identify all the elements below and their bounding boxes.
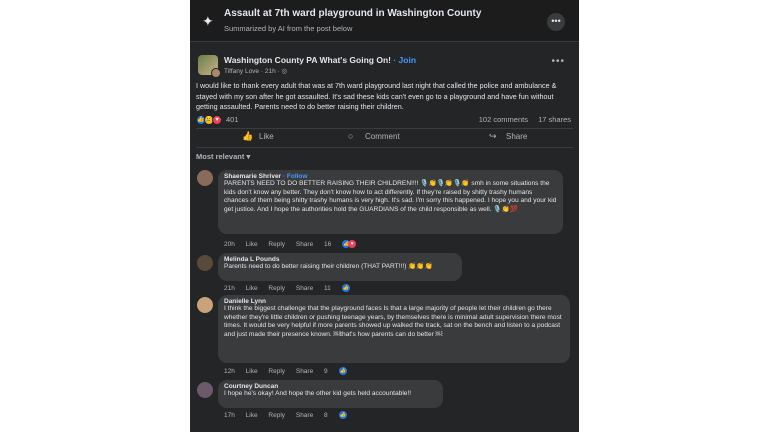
comment-bubble: Melinda L Pounds Parents need to do bett… <box>218 253 462 281</box>
comment-text: Parents need to do better raising their … <box>224 263 433 270</box>
comment-label: Comment <box>365 132 400 141</box>
post-stats: 102 comments 17 shares <box>471 115 571 124</box>
summary-header: ✦ Assault at 7th ward playground in Wash… <box>190 0 579 42</box>
comment-share-button[interactable]: Share <box>296 241 313 248</box>
commenter-name-link[interactable]: Courtney Duncan <box>224 383 278 390</box>
comment-icon: ○ <box>348 131 354 141</box>
commenter-name-link[interactable]: Melinda L Pounds <box>224 256 280 263</box>
join-button[interactable]: · Join <box>393 55 416 65</box>
group-avatar[interactable] <box>198 55 221 78</box>
comment-reaction-count[interactable]: 16 <box>324 241 331 248</box>
commenter-avatar[interactable] <box>197 382 213 398</box>
shares-count[interactable]: 17 shares <box>538 115 571 124</box>
comment-reaction-count[interactable]: 8 <box>324 412 328 419</box>
author-name-link[interactable]: Tiffany Love <box>224 68 259 75</box>
comment-text: I think the biggest challenge that the p… <box>224 305 562 339</box>
divider <box>196 147 573 148</box>
summary-subtitle: Summarized by AI from the post below <box>224 24 353 33</box>
comment-share-button[interactable]: Share <box>296 368 313 375</box>
commenter-name-link[interactable]: Shaemarie Shriver <box>224 173 281 180</box>
comment-like-button[interactable]: Like <box>246 285 258 292</box>
comment-actions: 20h Like Reply Share 16 👍♥ <box>224 240 357 248</box>
globe-icon: ◎ <box>281 68 288 75</box>
comment-like-button[interactable]: Like <box>246 241 258 248</box>
comment-time[interactable]: 20h <box>224 241 235 248</box>
like-reaction-icon: 👍 <box>338 411 347 419</box>
comment-like-button[interactable]: Like <box>246 412 258 419</box>
commenter-name: Melinda L Pounds <box>224 256 456 263</box>
comment-button[interactable]: ○ Comment <box>348 131 400 147</box>
share-button[interactable]: ↪ Share <box>489 131 527 147</box>
commenter-name: Courtney Duncan <box>224 383 437 390</box>
post-body: I would like to thank every adult that w… <box>196 81 557 111</box>
post-time[interactable]: · 21h · <box>261 68 280 75</box>
sparkle-icon: ✦ <box>202 13 214 29</box>
comment-like-button[interactable]: Like <box>246 368 258 375</box>
group-name-link[interactable]: Washington County PA What's Going On! <box>224 55 391 65</box>
like-reaction-icon: 👍 <box>341 284 350 292</box>
group-line: Washington County PA What's Going On! · … <box>224 55 416 65</box>
comment-share-button[interactable]: Share <box>296 285 313 292</box>
like-icon: 👍 <box>242 131 254 141</box>
comment-actions: 12h Like Reply Share 9 👍 <box>224 367 347 375</box>
comment-reply-button[interactable]: Reply <box>268 241 285 248</box>
commenter-name-link[interactable]: Danielle Lynn <box>224 298 266 305</box>
comment-reply-button[interactable]: Reply <box>268 285 285 292</box>
comment-share-button[interactable]: Share <box>296 412 313 419</box>
divider <box>196 128 573 129</box>
sort-dropdown[interactable]: Most relevant ▾ <box>196 152 250 161</box>
comment-bubble: Danielle Lynn I think the biggest challe… <box>218 295 570 363</box>
commenter-avatar[interactable] <box>197 297 213 313</box>
post-more-icon[interactable]: ••• <box>551 56 565 67</box>
comment-reaction-count[interactable]: 11 <box>324 285 331 292</box>
commenter-name: Shaemarie Shriver · Follow <box>224 173 557 180</box>
like-button[interactable]: 👍 Like <box>242 131 274 147</box>
comment-reply-button[interactable]: Reply <box>268 368 285 375</box>
love-reaction-icon: ♥ <box>212 115 222 125</box>
commenter-name: Danielle Lynn <box>224 298 564 305</box>
follow-button[interactable]: · Follow <box>283 173 308 180</box>
comment-reply-button[interactable]: Reply <box>268 412 285 419</box>
like-label: Like <box>259 132 274 141</box>
comment-reaction-count[interactable]: 9 <box>324 368 328 375</box>
commenter-avatar[interactable] <box>197 255 213 271</box>
comment-bubble: Shaemarie Shriver · Follow PARENTS NEED … <box>218 170 563 234</box>
more-icon[interactable]: ••• <box>547 13 565 31</box>
comment-time[interactable]: 12h <box>224 368 235 375</box>
share-label: Share <box>506 132 528 141</box>
comment-actions: 17h Like Reply Share 8 👍 <box>224 411 347 419</box>
comment-time[interactable]: 17h <box>224 412 235 419</box>
love-reaction-icon: ♥ <box>348 240 357 248</box>
author-line: Tiffany Love · 21h · ◎ <box>224 67 287 75</box>
sort-label: Most relevant <box>196 152 245 161</box>
like-reaction-icon: 👍 <box>338 367 347 375</box>
post-panel: ✦ Assault at 7th ward playground in Wash… <box>190 0 579 432</box>
chevron-down-icon: ▾ <box>246 152 251 161</box>
comment-text: I hope he's okay! And hope the other kid… <box>224 390 412 397</box>
commenter-avatar[interactable] <box>197 170 213 186</box>
comment-actions: 21h Like Reply Share 11 👍 <box>224 284 350 292</box>
comment-bubble: Courtney Duncan I hope he's okay! And ho… <box>218 380 443 408</box>
reaction-count[interactable]: 401 <box>226 115 239 124</box>
comment-time[interactable]: 21h <box>224 285 235 292</box>
comment-text: PARENTS NEED TO DO BETTER RAISING THEIR … <box>224 180 557 214</box>
comments-count[interactable]: 102 comments <box>479 115 528 124</box>
share-icon: ↪ <box>489 131 497 141</box>
summary-title: Assault at 7th ward playground in Washin… <box>224 8 482 19</box>
author-avatar[interactable] <box>211 68 221 78</box>
